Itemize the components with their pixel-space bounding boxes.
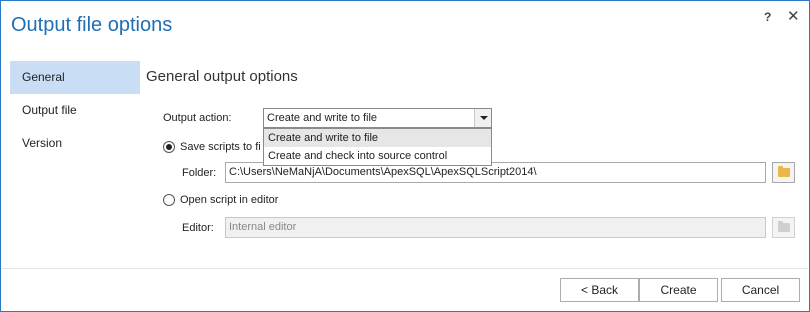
close-button[interactable]: ✕: [787, 7, 800, 25]
output-action-label: Output action:: [163, 112, 232, 124]
output-action-dropdown: Create and write to file Create and chec…: [263, 128, 492, 166]
folder-browse-button[interactable]: [772, 162, 795, 183]
open-script-radio[interactable]: [163, 194, 175, 206]
output-action-value: Create and write to file: [267, 112, 378, 124]
back-button[interactable]: < Back: [560, 278, 639, 302]
folder-icon: [778, 166, 790, 177]
section-title: General output options: [146, 68, 298, 85]
cancel-button[interactable]: Cancel: [721, 278, 800, 302]
dropdown-option-write[interactable]: Create and write to file: [264, 129, 491, 147]
create-button[interactable]: Create: [639, 278, 718, 302]
output-action-select[interactable]: Create and write to file: [263, 108, 492, 128]
chevron-down-icon[interactable]: [474, 109, 491, 127]
dialog-title: Output file options: [11, 14, 173, 36]
folder-icon: [778, 221, 790, 232]
footer-divider: [2, 268, 808, 269]
sidebar-item-general[interactable]: General: [10, 61, 140, 94]
dialog-window: Output file options ? ✕ General Output f…: [0, 0, 810, 312]
open-script-label: Open script in editor: [180, 194, 279, 206]
folder-label: Folder:: [182, 167, 217, 179]
editor-label: Editor:: [182, 222, 214, 234]
sidebar-item-version[interactable]: Version: [10, 127, 140, 160]
editor-input: Internal editor: [225, 217, 766, 238]
save-scripts-label: Save scripts to fi: [180, 141, 261, 153]
sidebar-item-output-file[interactable]: Output file: [10, 94, 140, 127]
dropdown-option-source-control[interactable]: Create and check into source control: [264, 147, 491, 165]
editor-browse-button: [772, 217, 795, 238]
sidebar: General Output file Version: [10, 61, 140, 160]
help-button[interactable]: ?: [764, 10, 771, 24]
save-scripts-radio[interactable]: [163, 141, 175, 153]
